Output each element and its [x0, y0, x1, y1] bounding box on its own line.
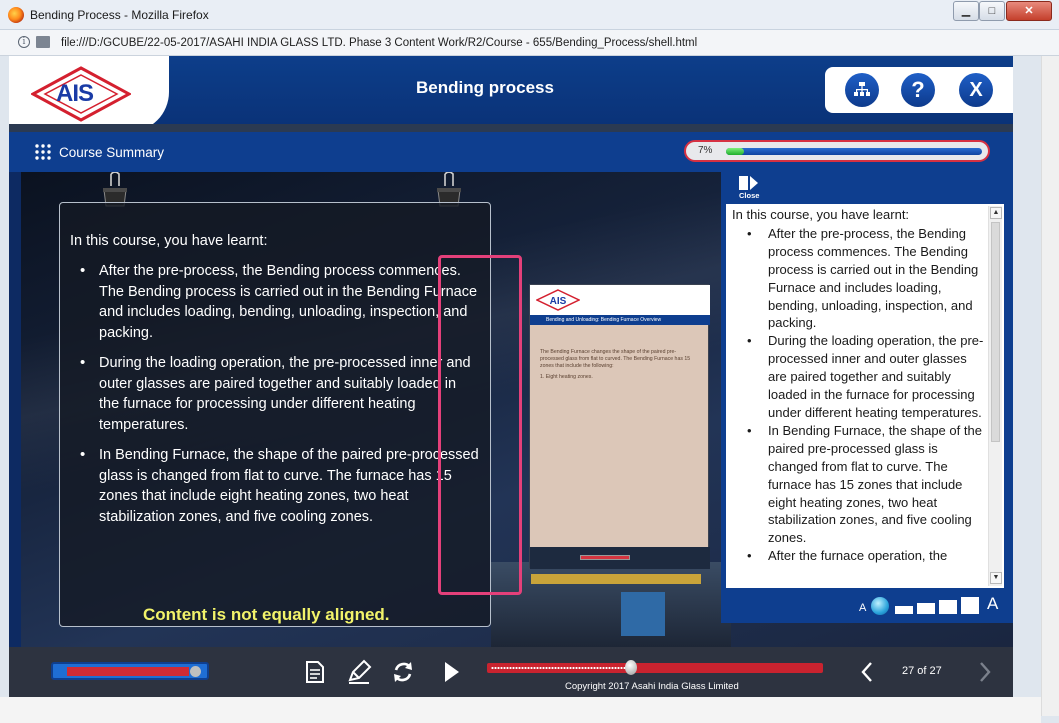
content-stage: AIS Bending and Unloading: Bending Furna…: [21, 172, 1013, 647]
page-title: Bending process: [416, 78, 554, 97]
scroll-thumb[interactable]: [991, 222, 1000, 442]
exit-button[interactable]: X: [959, 73, 993, 107]
transcript-intro: In this course, you have learnt:: [732, 207, 910, 222]
review-highlight-box: [438, 255, 522, 595]
transcript-list: After the pre-process, the Bending proce…: [732, 225, 984, 565]
browser-scrollbar-vertical[interactable]: [1041, 56, 1059, 716]
font-large-label: A: [987, 594, 999, 613]
header-button-group: ? X: [825, 67, 1013, 113]
seek-knob[interactable]: [625, 660, 638, 675]
page-counter: 27 of 27: [902, 665, 942, 677]
transcript-panel: Close In this course, you have learnt: A…: [721, 172, 1013, 623]
thumbnail-title-bar: Bending and Unloading: Bending Furnace O…: [530, 315, 710, 325]
transcript-icon[interactable]: [301, 658, 329, 686]
background-yellow-rail: [531, 574, 701, 584]
transcript-list-item: In Bending Furnace, the shape of the pai…: [732, 422, 984, 547]
font-size-slider[interactable]: A A: [859, 594, 999, 616]
font-slider-knob[interactable]: [871, 597, 889, 615]
transcript-list-item: During the loading operation, the pre-pr…: [732, 332, 984, 422]
course-progress: 7%: [684, 140, 990, 162]
browser-bottom-area: [0, 697, 1041, 723]
thumbnail-title: Bending and Unloading: Bending Furnace O…: [546, 317, 662, 323]
summary-board: In this course, you have learnt: After t…: [59, 202, 522, 627]
close-label: Close: [739, 191, 760, 200]
previous-page-icon[interactable]: [859, 661, 875, 683]
scroll-up-icon[interactable]: ▲: [990, 207, 1002, 219]
background-blue-machine: [621, 592, 665, 636]
volume-level: [67, 667, 189, 676]
board-list: After the pre-process, the Bending proce…: [70, 261, 480, 537]
progress-track: [726, 148, 982, 155]
header-divider: [9, 124, 1013, 132]
transcript-content: In this course, you have learnt: After t…: [732, 206, 984, 584]
font-step[interactable]: [961, 597, 979, 614]
grid-icon[interactable]: [35, 144, 51, 160]
course-player: AIS Bending process ? X Course Summary 7…: [9, 56, 1013, 697]
review-comment: Content is not equally aligned.: [143, 605, 390, 624]
volume-control[interactable]: [51, 662, 209, 680]
logo-text: AIS: [56, 80, 94, 107]
transcript-list-item: After the furnace operation, the: [732, 547, 984, 565]
copyright-text: Copyright 2017 Asahi India Glass Limited: [565, 681, 739, 692]
course-summary-button[interactable]: Course Summary: [59, 145, 164, 160]
board-list-item: In Bending Furnace, the shape of the pai…: [70, 445, 480, 527]
board-list-item: During the loading operation, the pre-pr…: [70, 353, 480, 435]
seek-bar[interactable]: [487, 660, 823, 675]
font-step[interactable]: [917, 603, 935, 614]
thumbnail-header: AIS: [530, 285, 710, 315]
play-icon[interactable]: [437, 658, 465, 686]
panel-close-button[interactable]: Close: [739, 176, 759, 202]
notes-pencil-icon[interactable]: [345, 658, 373, 686]
thumbnail-footer: [530, 547, 710, 569]
font-step[interactable]: [895, 606, 913, 614]
header: AIS Bending process ? X: [9, 56, 1013, 132]
board-list-item: After the pre-process, the Bending proce…: [70, 261, 480, 343]
transcript-list-item: After the pre-process, the Bending proce…: [732, 225, 984, 332]
sitemap-button[interactable]: [845, 73, 879, 107]
font-step[interactable]: [939, 600, 957, 614]
firefox-icon: [8, 7, 24, 23]
subheader: Course Summary 7%: [9, 132, 1013, 172]
scroll-down-icon[interactable]: ▼: [990, 572, 1002, 584]
minimize-button[interactable]: ▁: [953, 1, 979, 21]
thumbnail-logo-icon: AIS: [536, 289, 580, 311]
thumbnail-list-item: 1. Eight heating zones.: [540, 374, 593, 381]
thumbnail-progress: [580, 555, 630, 560]
logo-panel: AIS: [9, 56, 169, 132]
maximize-button[interactable]: □: [979, 1, 1005, 21]
seek-progress: [491, 666, 631, 670]
window-title-bar: Bending Process - Mozilla Firefox ▁ □ ✕: [0, 0, 1059, 30]
next-page-icon[interactable]: [977, 661, 993, 683]
thumbnail-logo-text: AIS: [550, 296, 567, 307]
help-button[interactable]: ?: [901, 73, 935, 107]
transcript-scrollbar[interactable]: ▲ ▼: [988, 206, 1002, 586]
transcript-box: In this course, you have learnt: After t…: [726, 204, 1004, 588]
collapse-icon: [739, 176, 758, 190]
close-window-button[interactable]: ✕: [1006, 1, 1052, 21]
progress-fill: [726, 148, 744, 155]
sitemap-icon: [854, 82, 870, 96]
window-title: Bending Process - Mozilla Firefox: [30, 8, 209, 22]
info-icon[interactable]: i: [18, 36, 30, 48]
replay-icon[interactable]: [389, 658, 417, 686]
thumbnail-body: The Bending Furnace changes the shape of…: [540, 349, 700, 381]
font-small-label: A: [859, 602, 867, 614]
address-bar[interactable]: i file:///D:/GCUBE/22-05-2017/ASAHI INDI…: [0, 30, 1059, 56]
screen-thumbnail: AIS Bending and Unloading: Bending Furna…: [529, 284, 710, 569]
progress-percent: 7%: [698, 145, 713, 156]
page-icon: [36, 36, 50, 48]
player-footer: Copyright 2017 Asahi India Glass Limited…: [9, 647, 1013, 697]
board-intro: In this course, you have learnt:: [70, 233, 268, 249]
volume-knob[interactable]: [190, 666, 201, 677]
url-text[interactable]: file:///D:/GCUBE/22-05-2017/ASAHI INDIA …: [61, 37, 697, 49]
thumbnail-text: The Bending Furnace changes the shape of…: [540, 349, 691, 370]
